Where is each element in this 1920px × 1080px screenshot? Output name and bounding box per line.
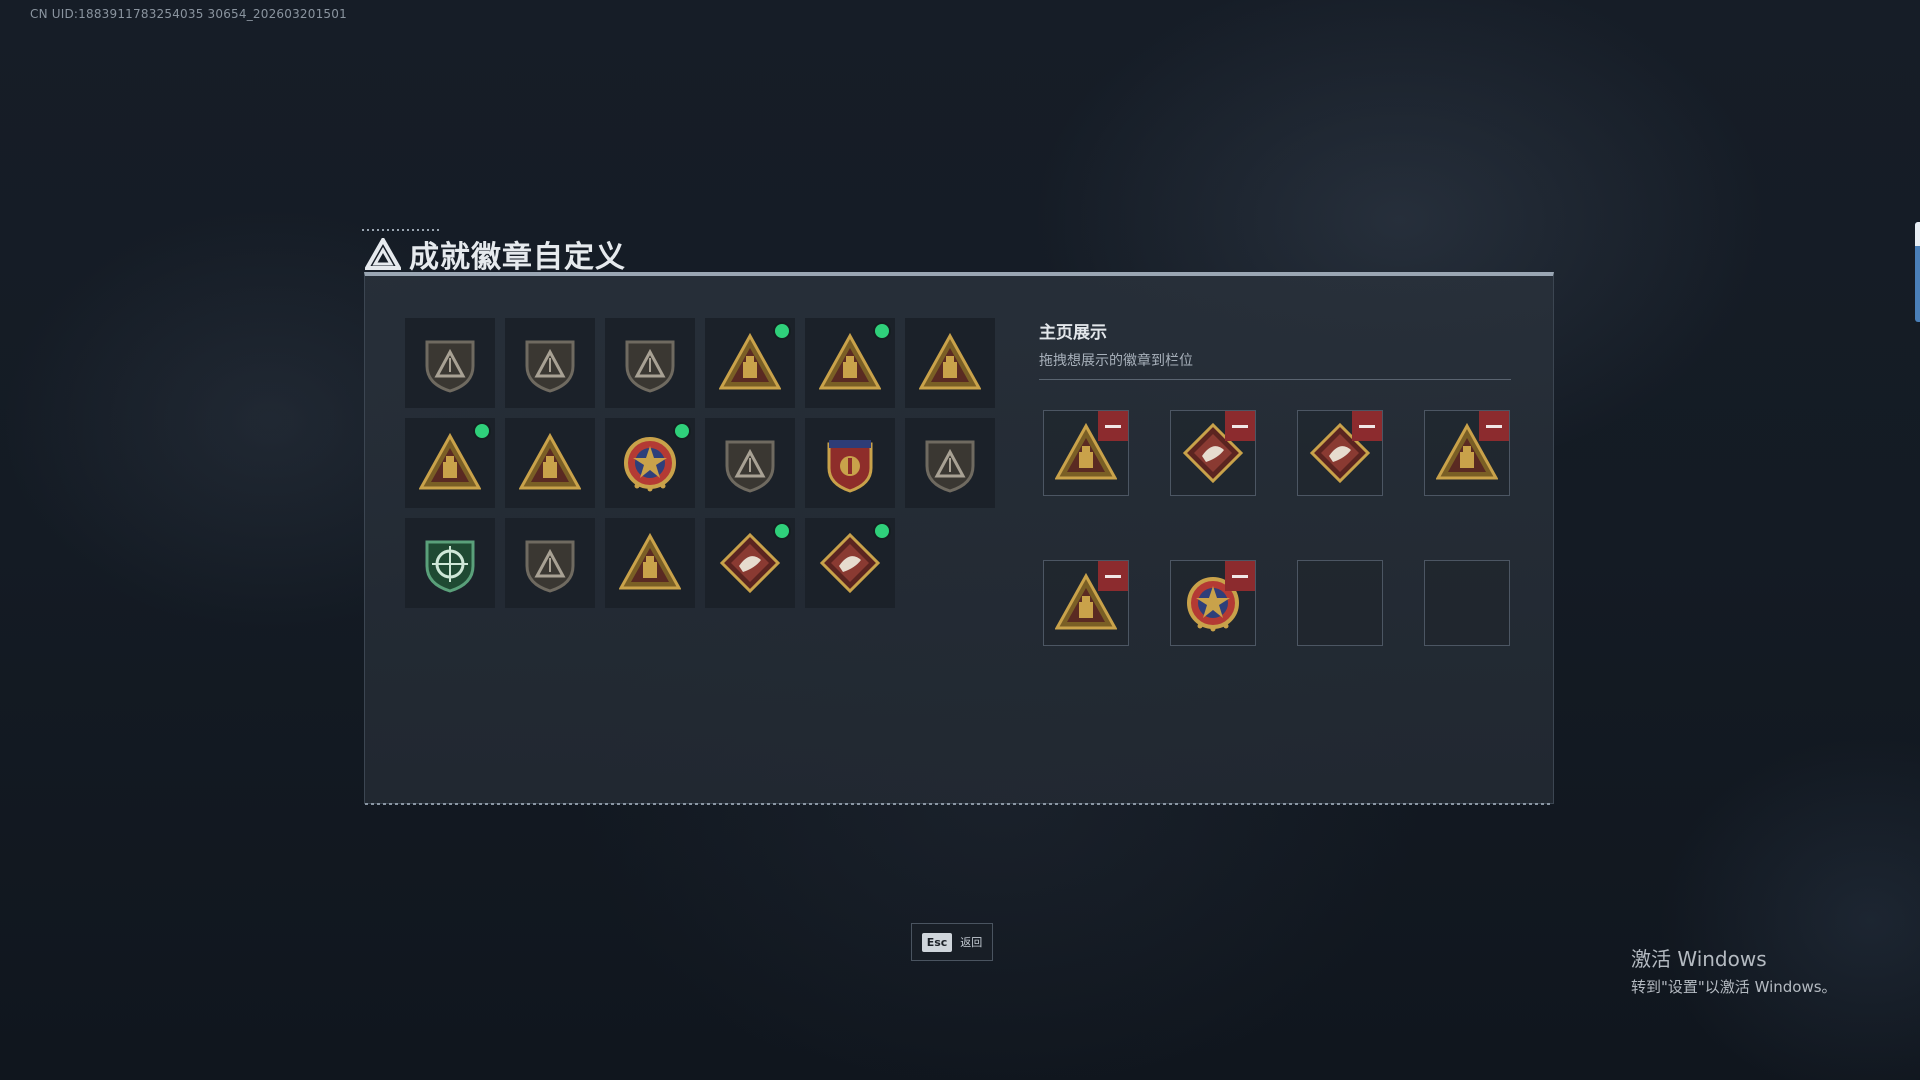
new-indicator-dot xyxy=(875,524,889,538)
badge-cell[interactable] xyxy=(905,418,995,508)
page-header: 成就徽章自定义 xyxy=(365,232,626,276)
badge-cell[interactable] xyxy=(605,518,695,608)
badge-cell[interactable] xyxy=(505,318,595,408)
triangle-squad-badge-icon xyxy=(519,432,581,490)
showcase-slot[interactable] xyxy=(1297,410,1383,496)
showcase-slot[interactable] xyxy=(1170,560,1256,646)
crest-stars-badge-icon xyxy=(827,440,873,493)
minus-icon xyxy=(1232,574,1248,578)
windows-activation-watermark: 激活 Windows 转到"设置"以激活 Windows。 xyxy=(1631,943,1837,997)
badge-grid xyxy=(405,318,995,608)
showcase-slot[interactable] xyxy=(1043,560,1129,646)
badge-cell[interactable] xyxy=(705,418,795,508)
showcase-divider xyxy=(1039,379,1511,380)
diamond-dragon-badge-icon xyxy=(719,532,781,594)
badge-cell[interactable] xyxy=(905,318,995,408)
back-label: 返回 xyxy=(960,936,983,949)
page-title: 成就徽章自定义 xyxy=(409,240,626,275)
new-indicator-dot xyxy=(475,424,489,438)
badge-cell[interactable] xyxy=(605,318,695,408)
star-medal-badge-icon xyxy=(624,437,676,492)
minus-icon xyxy=(1359,424,1375,428)
triangle-box-badge-icon xyxy=(419,432,481,490)
showcase-slot-empty[interactable] xyxy=(1424,560,1510,646)
remove-badge-button[interactable] xyxy=(1479,411,1509,441)
minus-icon xyxy=(1486,424,1502,428)
activation-title: 激活 Windows xyxy=(1631,947,1767,971)
remove-badge-button[interactable] xyxy=(1098,561,1128,591)
triangle-number-one-badge-icon xyxy=(919,332,981,390)
showcase-slot[interactable] xyxy=(1170,410,1256,496)
back-button[interactable]: Esc 返回 xyxy=(911,923,993,961)
shield-helicopter-badge-icon xyxy=(525,340,575,393)
showcase-slot[interactable] xyxy=(1424,410,1510,496)
shield-no-gun-badge-icon xyxy=(525,540,575,593)
uid-label: CN UID:1883911783254035 30654_2026032015… xyxy=(30,7,347,21)
showcase-slot[interactable] xyxy=(1043,410,1129,496)
badge-cell[interactable] xyxy=(405,418,495,508)
new-indicator-dot xyxy=(875,324,889,338)
round-skull-badge-icon xyxy=(925,440,975,493)
badge-cell[interactable] xyxy=(805,418,895,508)
badge-cell[interactable] xyxy=(505,518,595,608)
anchor-wings-badge-icon xyxy=(619,532,681,590)
triangle-crate-badge-icon xyxy=(719,332,781,390)
showcase-slot-empty[interactable] xyxy=(1297,560,1383,646)
showcase-slots xyxy=(1043,410,1510,646)
badge-cell[interactable] xyxy=(605,418,695,508)
remove-badge-button[interactable] xyxy=(1098,411,1128,441)
badge-cell[interactable] xyxy=(405,318,495,408)
shield-eagle-badge-icon xyxy=(725,440,775,493)
esc-key-icon: Esc xyxy=(921,932,953,952)
showcase-title: 主页展示 xyxy=(1039,323,1107,343)
side-panel-tab[interactable] xyxy=(1915,222,1920,322)
remove-badge-button[interactable] xyxy=(1225,561,1255,591)
diamond-runner-badge-icon xyxy=(819,532,881,594)
showcase-subtitle: 拖拽想展示的徽章到栏位 xyxy=(1039,353,1193,369)
minus-icon xyxy=(1105,424,1121,428)
remove-badge-button[interactable] xyxy=(1352,411,1382,441)
activation-subtitle: 转到"设置"以激活 Windows。 xyxy=(1631,978,1837,996)
remove-badge-button[interactable] xyxy=(1225,411,1255,441)
triangle-logo-icon xyxy=(365,238,401,270)
badge-customization-panel: 主页展示 拖拽想展示的徽章到栏位 xyxy=(364,272,1554,805)
minus-icon xyxy=(1232,424,1248,428)
minus-icon xyxy=(1105,574,1121,578)
title-decoration xyxy=(362,229,442,231)
green-crosshair-badge-icon xyxy=(425,540,475,593)
shield-blades-badge-icon xyxy=(625,340,675,393)
new-indicator-dot xyxy=(775,524,789,538)
badge-cell[interactable] xyxy=(805,318,895,408)
homepage-showcase: 主页展示 拖拽想展示的徽章到栏位 xyxy=(1039,318,1511,646)
new-indicator-dot xyxy=(675,424,689,438)
triangle-sb-badge-icon xyxy=(819,332,881,390)
shield-triangle-badge-icon xyxy=(425,340,475,393)
new-indicator-dot xyxy=(775,324,789,338)
badge-cell[interactable] xyxy=(805,518,895,608)
badge-cell[interactable] xyxy=(705,518,795,608)
badge-cell[interactable] xyxy=(405,518,495,608)
badge-cell[interactable] xyxy=(705,318,795,408)
badge-cell[interactable] xyxy=(505,418,595,508)
